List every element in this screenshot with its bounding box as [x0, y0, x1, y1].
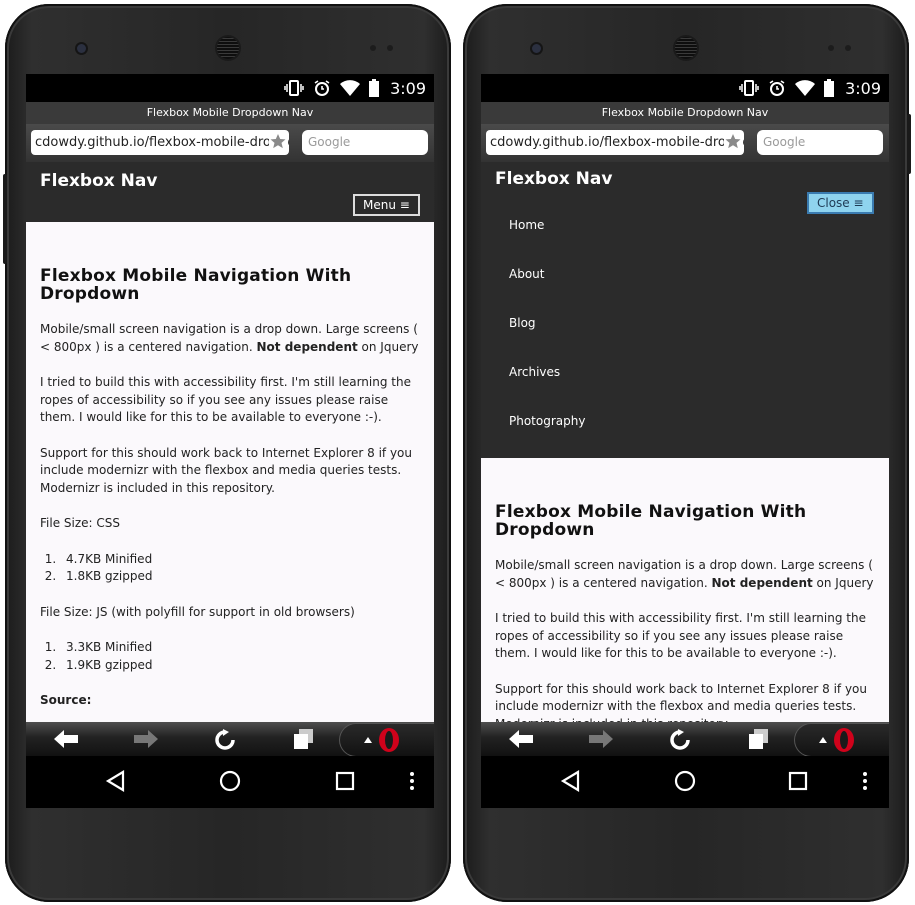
site-header: Flexbox Nav Close ≡ Home About Blog Arch… — [481, 162, 889, 458]
browser-tab-title: Flexbox Mobile Dropdown Nav — [481, 102, 889, 124]
wifi-icon — [340, 80, 361, 96]
search-field[interactable]: Google — [302, 130, 428, 155]
opera-logo-icon — [834, 728, 854, 752]
intro-paragraph: Mobile/small screen navigation is a drop… — [40, 322, 419, 354]
source-heading: Source: — [40, 693, 92, 707]
url-field[interactable]: cdowdy.github.io/flexbox-mobile-dropdown — [31, 130, 289, 155]
nav-item-archives[interactable]: Archives — [509, 365, 585, 414]
volume-button — [3, 174, 7, 264]
recents-square-icon[interactable] — [335, 771, 355, 791]
site-header: Flexbox Nav Menu ≡ — [26, 162, 434, 222]
vibrate-icon — [284, 80, 304, 96]
search-field[interactable]: Google — [757, 130, 883, 155]
front-camera — [532, 44, 541, 53]
reload-icon[interactable] — [669, 729, 691, 751]
light-sensor — [845, 45, 851, 51]
vibrate-icon — [739, 80, 759, 96]
tabs-icon[interactable] — [748, 729, 770, 749]
browser-tab-title: Flexbox Mobile Dropdown Nav — [26, 102, 434, 124]
close-button[interactable]: Close ≡ — [807, 192, 874, 214]
article-title: Flexbox Mobile Navigation With Dropdown — [40, 266, 352, 304]
recents-square-icon[interactable] — [788, 771, 808, 791]
list-item: 1.9KB gzipped — [60, 657, 420, 675]
light-sensor — [387, 45, 393, 51]
tabs-icon[interactable] — [293, 729, 315, 749]
url-field[interactable]: cdowdy.github.io/flexbox-mobile-dropdown — [486, 130, 744, 155]
address-row: cdowdy.github.io/flexbox-mobile-dropdown… — [26, 124, 434, 162]
dropdown-nav: Home About Blog Archives Photography — [509, 218, 585, 463]
url-text: cdowdy.github.io/flexbox-mobile-dropdown — [490, 135, 744, 150]
speaker-grille — [217, 37, 239, 59]
wifi-icon — [795, 80, 816, 96]
back-triangle-icon[interactable] — [560, 770, 580, 792]
article: Flexbox Mobile Navigation With Dropdown … — [26, 222, 434, 710]
browser-toolbar — [26, 722, 434, 757]
bookmark-star-icon[interactable] — [724, 132, 742, 152]
url-text: cdowdy.github.io/flexbox-mobile-dropdown — [35, 135, 289, 150]
web-page: Flexbox Nav Menu ≡ Flexbox Mobile Naviga… — [26, 162, 434, 722]
web-page: Flexbox Nav Close ≡ Home About Blog Arch… — [481, 162, 889, 722]
caret-up-icon — [819, 737, 827, 743]
home-circle-icon[interactable] — [674, 770, 696, 792]
battery-icon — [824, 79, 835, 97]
css-size-heading: File Size: CSS — [40, 516, 120, 530]
alarm-icon — [769, 80, 785, 96]
nav-item-home[interactable]: Home — [509, 218, 585, 267]
intro-paragraph: Mobile/small screen navigation is a drop… — [495, 558, 874, 590]
alarm-icon — [314, 80, 330, 96]
nav-item-photography[interactable]: Photography — [509, 414, 585, 463]
accessibility-paragraph: I tried to build this with accessibility… — [495, 611, 866, 660]
proximity-sensor — [370, 45, 376, 51]
forward-arrow-icon[interactable] — [589, 730, 613, 748]
clock: 3:09 — [845, 78, 881, 98]
list-item: 4.7KB Minified — [60, 551, 420, 569]
back-arrow-icon[interactable] — [54, 730, 78, 748]
nav-item-about[interactable]: About — [509, 267, 585, 316]
list-item: 3.3KB Minified — [60, 639, 420, 657]
address-row: cdowdy.github.io/flexbox-mobile-dropdown… — [481, 124, 889, 162]
opera-menu-button[interactable] — [794, 723, 889, 757]
caret-up-icon — [364, 737, 372, 743]
phone-right: 3:09 Flexbox Mobile Dropdown Nav cdowdy.… — [463, 4, 911, 902]
article-title: Flexbox Mobile Navigation With Dropdown — [495, 502, 807, 540]
opera-menu-button[interactable] — [339, 723, 434, 757]
phone-left: 3:09 Flexbox Mobile Dropdown Nav cdowdy.… — [3, 4, 451, 902]
proximity-sensor — [828, 45, 834, 51]
status-bar: 3:09 — [481, 74, 889, 102]
support-paragraph: Support for this should work back to Int… — [495, 681, 868, 723]
site-brand[interactable]: Flexbox Nav — [495, 169, 612, 189]
battery-icon — [369, 79, 380, 97]
js-size-heading: File Size: JS (with polyfill for support… — [40, 604, 355, 619]
power-button — [907, 114, 911, 174]
forward-arrow-icon[interactable] — [134, 730, 158, 748]
back-triangle-icon[interactable] — [105, 770, 125, 792]
overflow-menu-icon[interactable] — [409, 771, 415, 791]
overflow-menu-icon[interactable] — [862, 771, 868, 791]
speaker-grille — [675, 37, 697, 59]
back-arrow-icon[interactable] — [509, 730, 533, 748]
screen: 3:09 Flexbox Mobile Dropdown Nav cdowdy.… — [481, 74, 889, 808]
clock: 3:09 — [390, 78, 426, 98]
opera-logo-icon — [379, 728, 399, 752]
home-circle-icon[interactable] — [219, 770, 241, 792]
reload-icon[interactable] — [214, 729, 236, 751]
article: Flexbox Mobile Navigation With Dropdown … — [481, 458, 889, 722]
screen: 3:09 Flexbox Mobile Dropdown Nav cdowdy.… — [26, 74, 434, 808]
browser-toolbar — [481, 722, 889, 757]
bookmark-star-icon[interactable] — [269, 132, 287, 152]
android-nav-bar — [26, 756, 434, 808]
android-nav-bar — [481, 756, 889, 808]
menu-button[interactable]: Menu ≡ — [353, 194, 420, 216]
site-brand[interactable]: Flexbox Nav — [40, 171, 157, 191]
list-item: 1.8KB gzipped — [60, 568, 420, 586]
support-paragraph: Support for this should work back to Int… — [40, 445, 413, 495]
css-size-list: 4.7KB Minified 1.8KB gzipped — [40, 551, 420, 586]
status-bar: 3:09 — [26, 74, 434, 102]
front-camera — [77, 44, 86, 53]
nav-item-blog[interactable]: Blog — [509, 316, 585, 365]
accessibility-paragraph: I tried to build this with accessibility… — [40, 375, 411, 424]
js-size-list: 3.3KB Minified 1.9KB gzipped — [40, 639, 420, 674]
